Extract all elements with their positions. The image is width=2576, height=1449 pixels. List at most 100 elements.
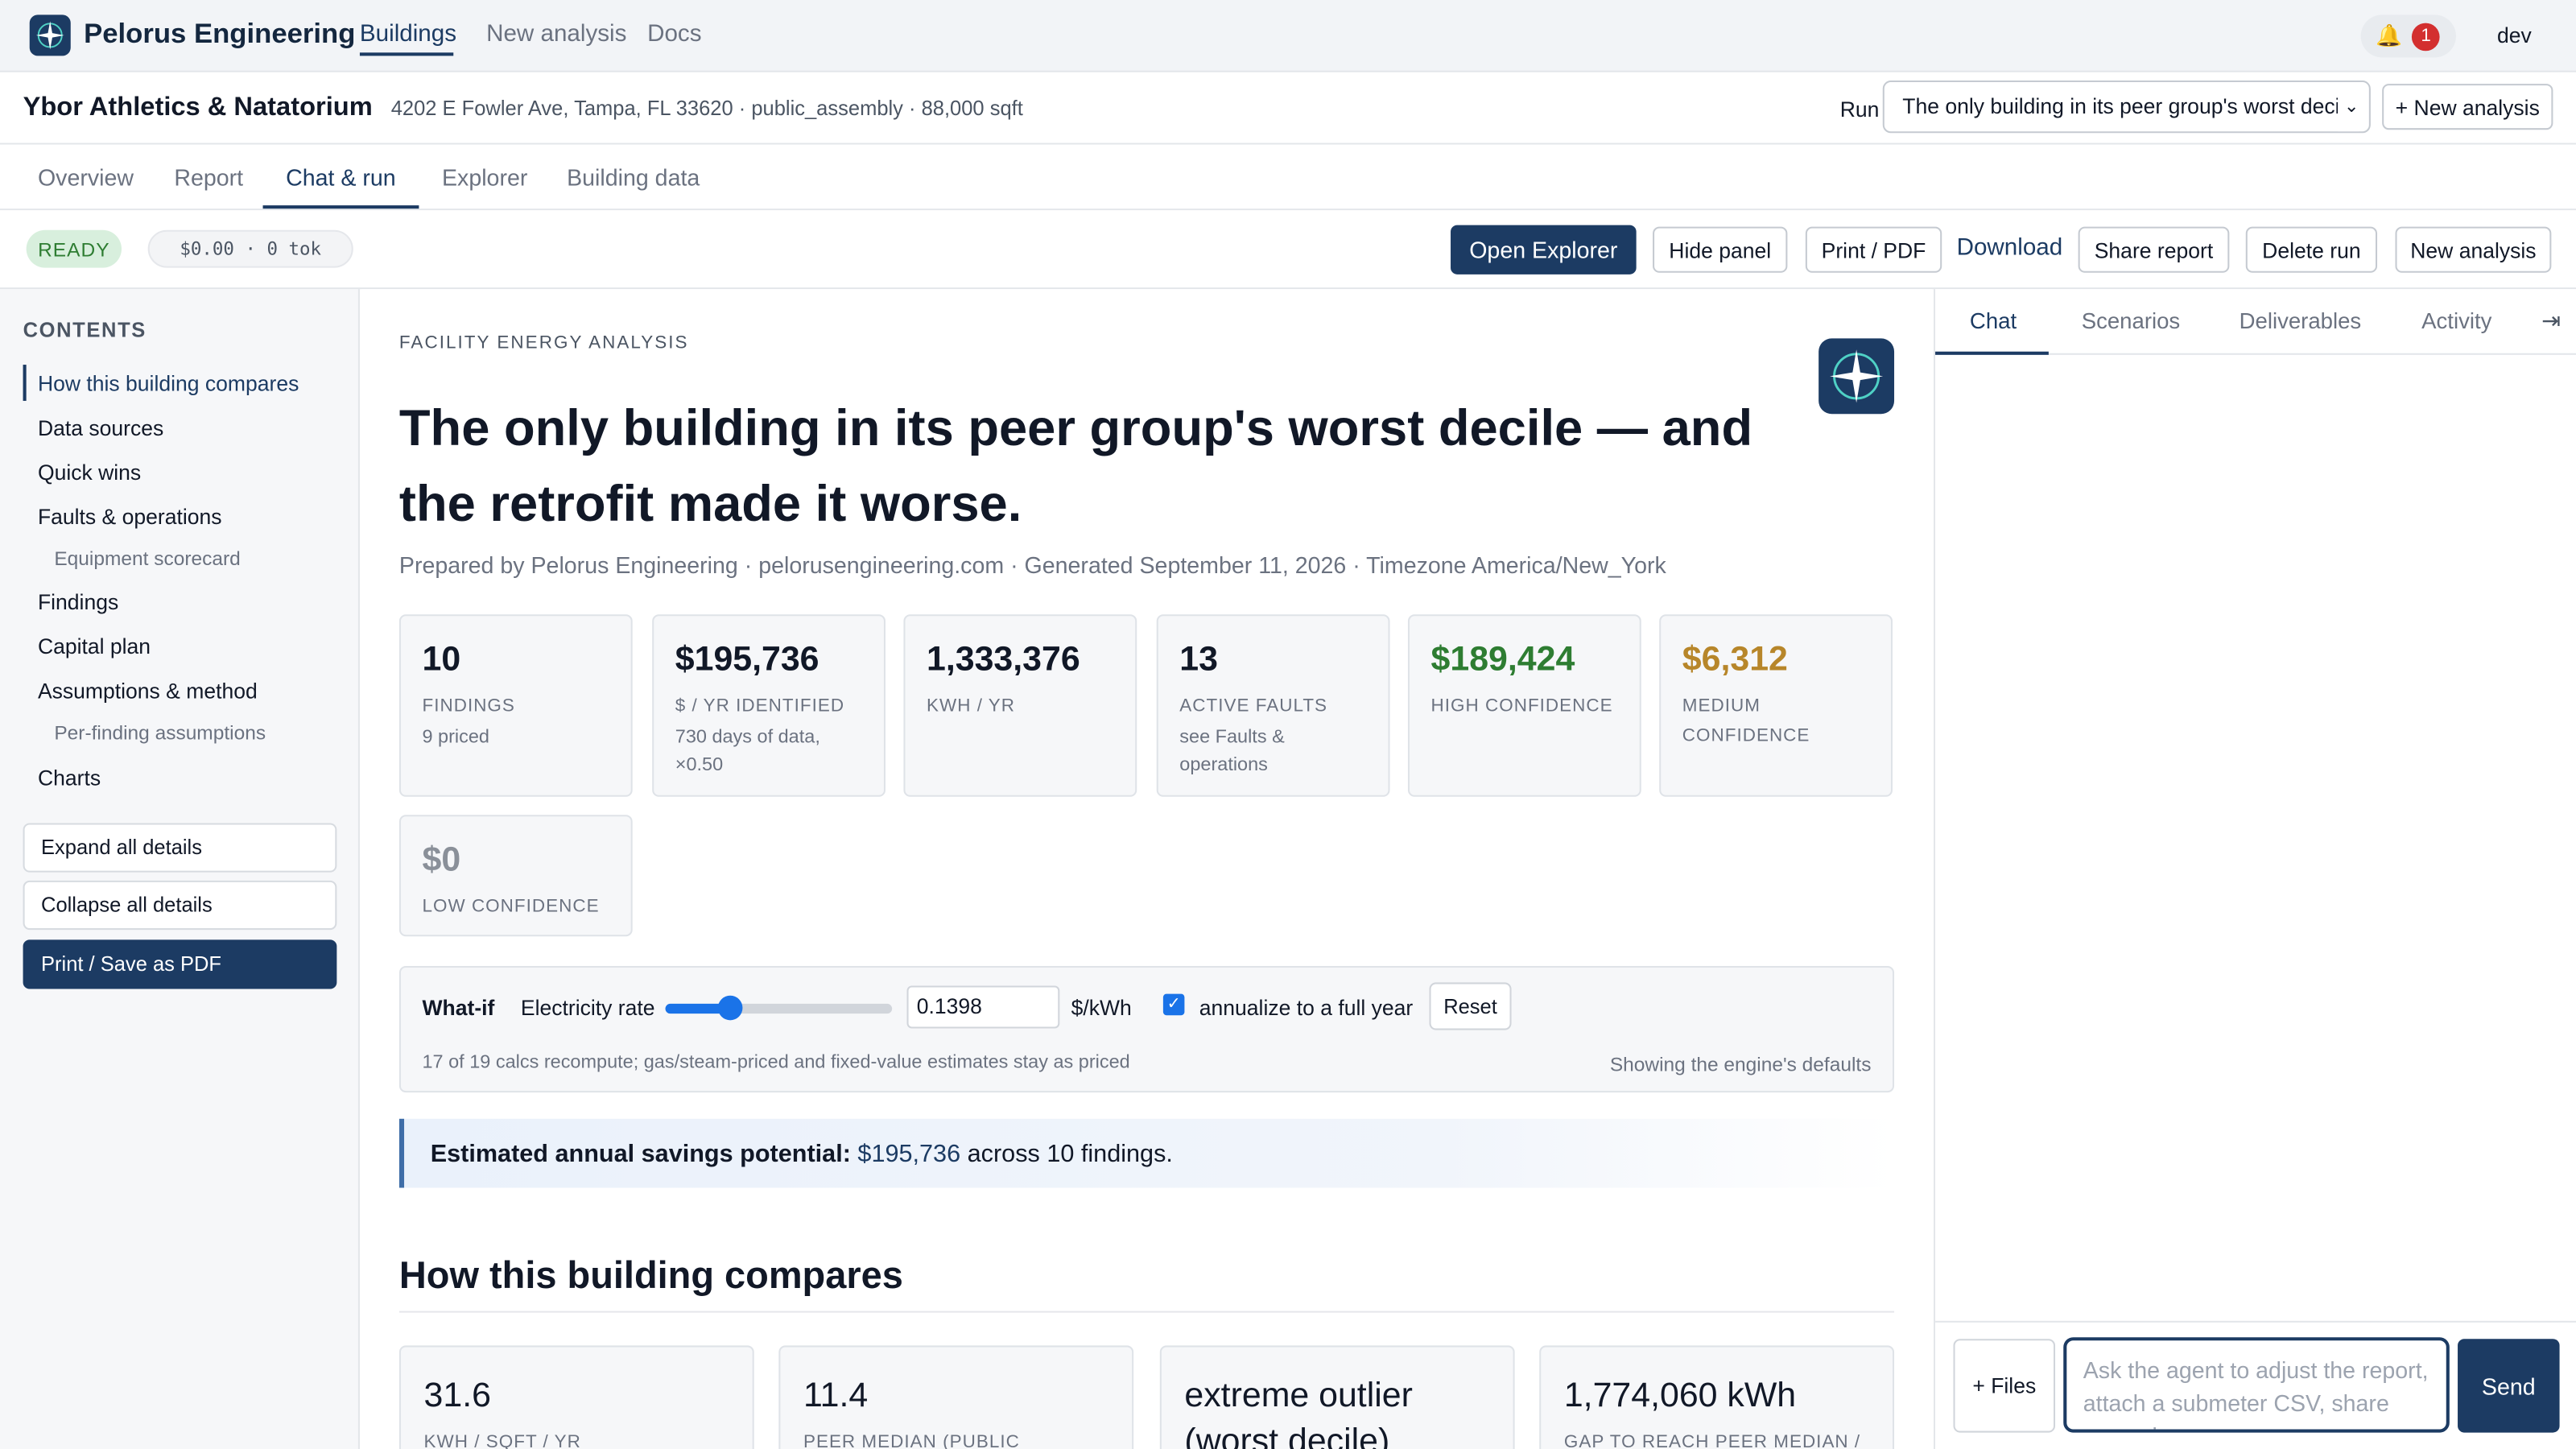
action-bar: READY $0.00 · 0 tok Open Explorer Hide p… [0,210,2576,290]
compare-label: GAP TO REACH PEER MEDIAN / [1563,1432,1861,1449]
compass-logo-icon[interactable] [29,14,71,56]
toc-item-equipment-scorecard[interactable]: Equipment scorecard [54,547,240,571]
tab-overview[interactable]: Overview [38,164,134,191]
compare-value: 31.6 [423,1377,491,1415]
nav-docs[interactable]: Docs [647,22,701,48]
notification-count-badge: 1 [2412,22,2440,51]
tab-chat[interactable]: Chat [1970,309,2017,334]
toc-item-capital-plan[interactable]: Capital plan [38,634,151,659]
attach-files-button[interactable]: + Files [1953,1339,2056,1433]
tab-explorer[interactable]: Explorer [442,164,527,191]
new-analysis-button[interactable]: New analysis [2395,226,2552,273]
compare-label: PEER MEDIAN (PUBLIC [803,1432,1020,1449]
compare-card: 1,774,060 kWh GAP TO REACH PEER MEDIAN / [1539,1345,1895,1449]
toc-item-faults[interactable]: Faults & operations [38,505,222,530]
kpi-value: $6,312 [1682,640,1788,679]
annualize-checkbox[interactable]: ✓ [1162,993,1185,1016]
expand-all-button[interactable]: Expand all details [23,823,337,873]
toc-active-indicator [23,365,27,401]
section-divider [398,1311,1895,1313]
kpi-label: MEDIUM CONFIDENCE [1682,696,1810,746]
contents-sidebar: CONTENTS How this building compares Data… [0,289,360,1449]
toc-item-assumptions[interactable]: Assumptions & method [38,679,258,704]
panel-tab-indicator [1935,351,2049,355]
report-title: The only building in its peer group's wo… [398,398,1753,533]
kpi-card-faults: 13 ACTIVE FAULTS see Faults & operations [1156,614,1390,797]
tab-deliverables[interactable]: Deliverables [2240,309,2362,334]
toc-item-quick-wins[interactable]: Quick wins [38,460,141,485]
panel-tabs: Chat Scenarios Deliverables Activity ⇥ [1935,289,2576,355]
toc-item-findings[interactable]: Findings [38,590,118,615]
slider-thumb[interactable] [717,995,742,1021]
user-menu[interactable]: dev [2497,23,2532,48]
open-explorer-button[interactable]: Open Explorer [1451,225,1637,275]
savings-amount: $195,736 [857,1139,961,1167]
share-report-button[interactable]: Share report [2078,226,2230,273]
delete-run-button[interactable]: Delete run [2245,226,2378,273]
compare-card: 31.6 KWH / SQFT / YR [398,1345,754,1449]
nav-new-analysis[interactable]: New analysis [486,22,626,48]
hide-panel-button[interactable]: Hide panel [1653,226,1788,273]
print-save-pdf-button[interactable]: Print / Save as PDF [23,939,337,989]
nav-buildings[interactable]: Buildings [360,22,456,48]
toc-item-charts[interactable]: Charts [38,766,101,791]
toc-item-data-sources[interactable]: Data sources [38,415,163,440]
brand-name[interactable]: Pelorus Engineering [84,18,355,51]
toc-item-per-finding-assumptions[interactable]: Per-finding assumptions [54,721,266,745]
compare-value: 11.4 [803,1377,869,1415]
tab-chat-run[interactable]: Chat & run [286,164,396,191]
tab-building-data[interactable]: Building data [567,164,700,191]
what-if-defaults-status: Showing the engine's defaults [1609,1053,1872,1076]
tab-activity[interactable]: Activity [2421,309,2491,334]
send-button[interactable]: Send [2458,1339,2560,1433]
kpi-sub: see Faults & operations [1179,728,1285,776]
building-header: Ybor Athletics & Natatorium 4202 E Fowle… [0,72,2576,145]
electricity-rate-input[interactable]: 0.1398 [906,985,1060,1029]
run-select[interactable]: The only building in its peer group's wo… [1882,80,2371,134]
electricity-rate-label: Electricity rate [520,995,655,1021]
notifications-button[interactable]: 🔔 1 [2360,14,2456,58]
compare-card: extreme outlier (worst decile) [1159,1345,1515,1449]
building-address: 4202 E Fowler Ave, Tampa, FL 33620 · pub… [390,97,1023,120]
compare-value: 1,774,060 kWh [1563,1377,1797,1415]
report-byline: Prepared by Pelorus Engineering · peloru… [398,551,1666,579]
kpi-card-kwh: 1,333,376 KWH / YR [903,614,1137,797]
toc-item-compares[interactable]: How this building compares [38,371,299,396]
compass-logo-icon [1818,338,1895,415]
kpi-card-low-confidence: $0 LOW CONFIDENCE [398,815,633,937]
run-select-value: The only building in its peer group's wo… [1902,93,2340,118]
what-if-panel: What-if Electricity rate 0.1398 $/kWh ✓ … [398,965,1895,1093]
kpi-label: $ / YR IDENTIFIED [675,696,845,716]
agent-panel: Chat Scenarios Deliverables Activity ⇥ +… [1934,289,2576,1449]
new-analysis-header-button[interactable]: + New analysis [2382,84,2553,130]
kpi-value: 13 [1179,640,1218,679]
collapse-panel-icon[interactable]: ⇥ [2541,308,2561,336]
bell-icon: 🔔 [2375,23,2403,48]
what-if-note: 17 of 19 calcs recompute; gas/steam-pric… [422,1053,1130,1073]
top-bar: Pelorus Engineering Buildings New analys… [0,0,2576,72]
tab-report[interactable]: Report [174,164,243,191]
kpi-sub: 730 days of data, ×0.50 [675,728,820,776]
kpi-label: FINDINGS [422,696,515,716]
what-if-title: What-if [422,995,495,1021]
tab-scenarios[interactable]: Scenarios [2082,309,2181,334]
compare-value-line2: (worst decile) [1184,1422,1390,1449]
status-badge: READY [26,229,122,268]
kpi-sub: 9 priced [422,728,489,748]
collapse-all-button[interactable]: Collapse all details [23,880,337,931]
kpi-value: 1,333,376 [927,640,1080,679]
reset-button[interactable]: Reset [1429,982,1512,1030]
annualize-label: annualize to a full year [1199,995,1414,1021]
building-tabs: Overview Report Chat & run Explorer Buil… [0,144,2576,211]
print-pdf-button[interactable]: Print / PDF [1805,226,1942,273]
building-name: Ybor Athletics & Natatorium [23,93,373,122]
report-main: FACILITY ENERGY ANALYSIS The only buildi… [361,289,1932,1449]
kpi-card-dollars: $195,736 $ / YR IDENTIFIED 730 days of d… [652,614,886,797]
chat-input[interactable]: Ask the agent to adjust the report, atta… [2063,1337,2450,1433]
tab-active-indicator [262,205,419,209]
electricity-rate-slider[interactable] [665,995,893,1021]
download-link[interactable]: Download [1957,235,2063,262]
kpi-value: $195,736 [675,640,819,679]
kpi-card-medium-confidence: $6,312 MEDIUM CONFIDENCE [1659,614,1893,797]
compare-label: KWH / SQFT / YR [423,1432,581,1449]
